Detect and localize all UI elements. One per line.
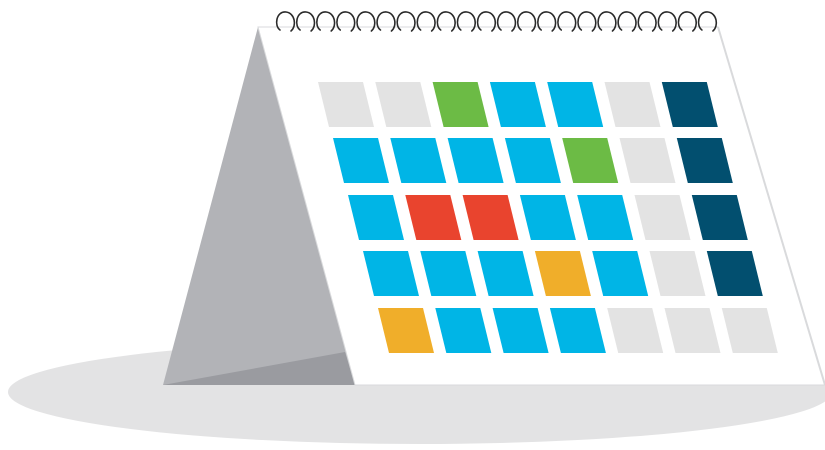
desk-calendar-illustration [8, 11, 825, 444]
